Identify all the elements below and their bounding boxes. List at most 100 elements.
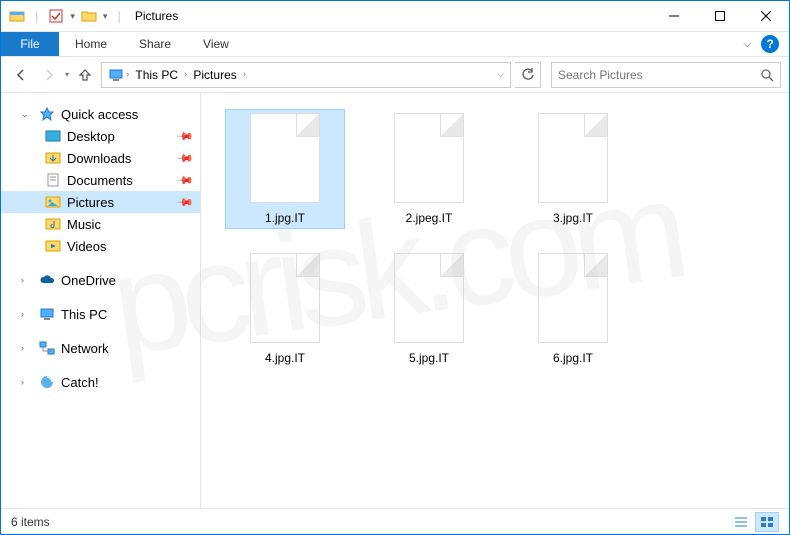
location-pc-icon — [108, 67, 124, 83]
recent-dropdown-icon[interactable]: ▾ — [65, 70, 69, 79]
window-title: Pictures — [135, 9, 178, 23]
file-icon — [250, 253, 320, 343]
collapse-icon[interactable]: ⌄ — [21, 109, 33, 120]
navigation-pane[interactable]: ⌄ Quick access Desktop📌Downloads📌Documen… — [1, 93, 201, 508]
refresh-button[interactable] — [515, 62, 541, 88]
sidebar-item-label: Videos — [67, 239, 107, 254]
chevron-right-icon[interactable]: › — [126, 69, 129, 80]
file-item[interactable]: 2.jpeg.IT — [369, 109, 489, 229]
maximize-button[interactable] — [697, 1, 743, 31]
search-box[interactable] — [551, 62, 781, 88]
view-switcher — [729, 512, 779, 532]
back-button[interactable] — [9, 63, 33, 87]
chevron-right-icon[interactable]: › — [184, 69, 187, 80]
chevron-right-icon[interactable]: › — [243, 69, 246, 80]
folder-icon — [45, 150, 61, 166]
file-grid[interactable]: 1.jpg.IT2.jpeg.IT3.jpg.IT 4.jpg.IT 5.jpg.I… — [201, 93, 789, 508]
sidebar-item-label: Downloads — [67, 151, 131, 166]
network-icon — [39, 340, 55, 356]
file-item[interactable]: 6.jpg.IT — [513, 249, 633, 369]
ribbon-right: ⌵ ? — [743, 32, 789, 56]
file-icon — [250, 113, 320, 203]
titlebar: | ▾ ▾ | Pictures — [1, 1, 789, 32]
onedrive-label: OneDrive — [61, 273, 116, 288]
search-input[interactable] — [558, 68, 760, 82]
explorer-app-icon — [9, 8, 25, 24]
this-pc-icon — [39, 306, 55, 322]
file-name: 6.jpg.IT — [553, 351, 593, 365]
thumbnails-view-button[interactable] — [755, 512, 779, 532]
folder-icon — [45, 216, 61, 232]
onedrive-icon — [39, 272, 55, 288]
breadcrumb-pictures[interactable]: Pictures — [189, 68, 240, 82]
toolbar-separator: | — [117, 9, 120, 24]
pin-icon: 📌 — [176, 149, 195, 168]
pin-icon: 📌 — [176, 193, 195, 212]
close-button[interactable] — [743, 1, 789, 31]
sidebar-item-desktop[interactable]: Desktop 📌 — [1, 125, 200, 147]
address-dropdown-icon[interactable]: ⌵ — [497, 69, 504, 80]
catch-icon — [39, 374, 55, 390]
network-root[interactable]: › Network — [1, 337, 200, 359]
sidebar-item-downloads[interactable]: Downloads 📌 — [1, 147, 200, 169]
file-icon — [394, 113, 464, 203]
sidebar-item-label: Documents — [67, 173, 133, 188]
folder-icon — [45, 172, 61, 188]
ribbon: File Home Share View ⌵ ? — [1, 32, 789, 57]
quick-access-icon — [39, 106, 55, 122]
search-icon[interactable] — [760, 68, 774, 82]
sidebar-item-music[interactable]: Music — [1, 213, 200, 235]
qat-dropdown-icon[interactable]: ▾ — [70, 11, 75, 22]
file-name: 5.jpg.IT — [409, 351, 449, 365]
expand-icon[interactable]: › — [21, 343, 33, 353]
folder-icon — [45, 128, 61, 144]
pin-icon: 📌 — [176, 127, 195, 146]
file-name: 4.jpg.IT — [265, 351, 305, 365]
quick-access-toolbar: | ▾ ▾ | Pictures — [1, 8, 186, 24]
properties-icon[interactable] — [48, 8, 64, 24]
file-item[interactable]: 5.jpg.IT — [369, 249, 489, 369]
this-pc-root[interactable]: › This PC — [1, 303, 200, 325]
folder-icon — [45, 194, 61, 210]
statusbar: 6 items — [1, 508, 789, 534]
this-pc-label: This PC — [61, 307, 107, 322]
folder-icon — [81, 8, 97, 24]
minimize-button[interactable] — [651, 1, 697, 31]
catch-label: Catch! — [61, 375, 99, 390]
breadcrumb-this-pc[interactable]: This PC — [131, 68, 182, 82]
file-item[interactable]: 4.jpg.IT — [225, 249, 345, 369]
quick-access-root[interactable]: ⌄ Quick access — [1, 103, 200, 125]
sidebar-item-documents[interactable]: Documents 📌 — [1, 169, 200, 191]
sidebar-item-videos[interactable]: Videos — [1, 235, 200, 257]
toolbar-separator: | — [35, 9, 38, 24]
ribbon-tab-share[interactable]: Share — [123, 32, 187, 56]
expand-icon[interactable]: › — [21, 309, 33, 319]
onedrive-root[interactable]: › OneDrive — [1, 269, 200, 291]
forward-button[interactable] — [37, 63, 61, 87]
up-button[interactable] — [73, 63, 97, 87]
body: ⌄ Quick access Desktop📌Downloads📌Documen… — [1, 93, 789, 508]
ribbon-tab-home[interactable]: Home — [59, 32, 123, 56]
sidebar-item-label: Music — [67, 217, 101, 232]
item-count: 6 items — [11, 515, 50, 529]
help-icon[interactable]: ? — [761, 35, 779, 53]
address-bar[interactable]: › This PC › Pictures › ⌵ — [101, 62, 511, 88]
qat-chevron-icon[interactable]: ▾ — [103, 11, 108, 22]
expand-icon[interactable]: › — [21, 377, 33, 387]
ribbon-tab-view[interactable]: View — [187, 32, 245, 56]
sidebar-item-label: Desktop — [67, 129, 115, 144]
navbar: ▾ › This PC › Pictures › ⌵ — [1, 57, 789, 93]
expand-icon[interactable]: › — [21, 275, 33, 285]
folder-icon — [45, 238, 61, 254]
ribbon-file-tab[interactable]: File — [1, 32, 59, 56]
explorer-window: | ▾ ▾ | Pictures File Home — [0, 0, 790, 535]
network-label: Network — [61, 341, 109, 356]
ribbon-expand-icon[interactable]: ⌵ — [743, 39, 751, 50]
file-item[interactable]: 1.jpg.IT — [225, 109, 345, 229]
sidebar-item-pictures[interactable]: Pictures 📌 — [1, 191, 200, 213]
sidebar-item-label: Pictures — [67, 195, 114, 210]
details-view-button[interactable] — [729, 512, 753, 532]
catch-root[interactable]: › Catch! — [1, 371, 200, 393]
pin-icon: 📌 — [176, 171, 195, 190]
file-item[interactable]: 3.jpg.IT — [513, 109, 633, 229]
